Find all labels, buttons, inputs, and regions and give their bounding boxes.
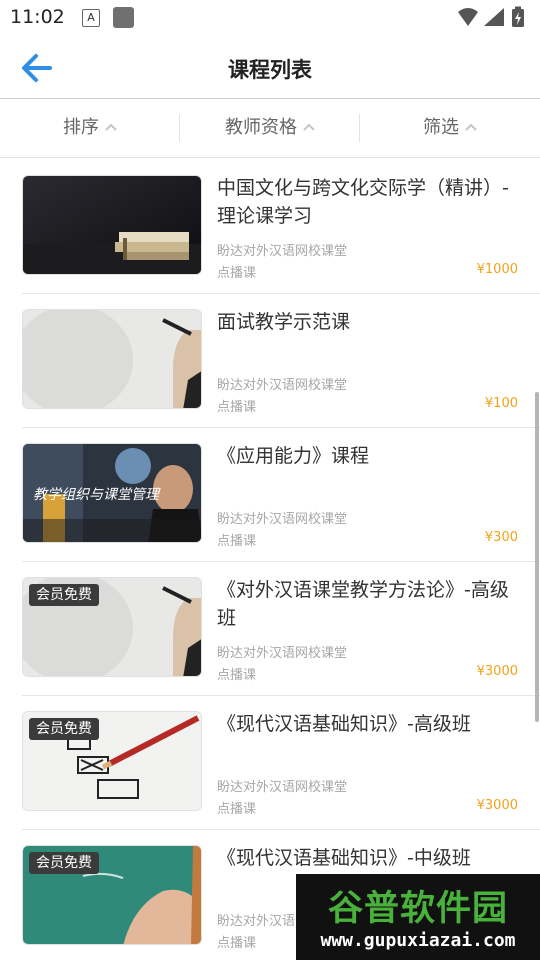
course-type: 点播课 bbox=[217, 668, 257, 683]
course-item[interactable]: 教学组织与课堂管理 《应用能力》课程 盼达对外汉语网校课堂 点播课 ¥300 bbox=[0, 428, 540, 562]
course-price: ¥300 bbox=[484, 530, 518, 545]
status-bar: 11:02 A bbox=[0, 0, 540, 36]
course-title: 《现代汉语基础知识》-中级班 bbox=[217, 847, 471, 869]
member-free-badge: 会员免费 bbox=[29, 584, 99, 606]
course-type: 点播课 bbox=[217, 936, 257, 951]
course-org: 盼达对外汉语网校课堂 bbox=[217, 512, 348, 527]
scrollbar[interactable] bbox=[535, 392, 539, 722]
thumbnail-caption: 教学组织与课堂管理 bbox=[33, 487, 159, 503]
course-thumbnail-checkboxes: 会员免费 bbox=[22, 711, 202, 811]
course-thumbnail-whiteboard bbox=[22, 309, 202, 409]
course-price: ¥3000 bbox=[476, 798, 518, 813]
filter-sort[interactable]: 排序 bbox=[0, 99, 180, 157]
wifi-icon bbox=[458, 8, 478, 26]
member-free-badge: 会员免费 bbox=[29, 852, 99, 874]
course-item[interactable]: 会员免费 《对外汉语课堂教学方法论》-高级班 盼达对外汉语网校课堂 点播课 ¥3… bbox=[0, 562, 540, 696]
page-title: 课程列表 bbox=[228, 58, 312, 82]
course-price: ¥3000 bbox=[476, 664, 518, 679]
member-free-badge: 会员免费 bbox=[29, 718, 99, 740]
filter-teacher-label: 教师资格 bbox=[225, 117, 297, 138]
course-item[interactable]: 中国文化与跨文化交际学（精讲）-理论课学习 盼达对外汉语网校课堂 点播课 ¥10… bbox=[0, 160, 540, 294]
course-type: 点播课 bbox=[217, 802, 257, 817]
top-app-bar: 课程列表 bbox=[0, 36, 540, 98]
course-org: 盼达对外汉语网校课堂 bbox=[217, 780, 348, 795]
chevron-up-icon bbox=[303, 123, 315, 131]
watermark: 谷普软件园 www.gupuxiazai.com bbox=[296, 874, 540, 960]
course-item[interactable]: 会员免费 《现代汉语基础知识》-高级班 盼达对外汉语网校课堂 点播课 ¥3000 bbox=[0, 696, 540, 830]
course-price: ¥1000 bbox=[476, 262, 518, 277]
course-title: 《应用能力》课程 bbox=[217, 445, 370, 467]
course-thumbnail-books bbox=[22, 175, 202, 275]
course-thumbnail-classroom: 教学组织与课堂管理 bbox=[22, 443, 202, 543]
course-org: 盼达对外汉语网校课堂 bbox=[217, 646, 348, 661]
course-thumbnail-whiteboard: 会员免费 bbox=[22, 577, 202, 677]
notification-icon bbox=[113, 7, 134, 28]
course-org: 盼达对外汉语网校课堂 bbox=[217, 378, 348, 393]
battery-icon bbox=[512, 6, 524, 27]
course-title: 《现代汉语基础知识》-高级班 bbox=[217, 713, 471, 735]
course-item[interactable]: 面试教学示范课 盼达对外汉语网校课堂 点播课 ¥100 bbox=[0, 294, 540, 428]
filter-screen[interactable]: 筛选 bbox=[360, 99, 540, 157]
signal-icon bbox=[484, 8, 504, 26]
course-price: ¥100 bbox=[484, 396, 518, 411]
course-list[interactable]: 中国文化与跨文化交际学（精讲）-理论课学习 盼达对外汉语网校课堂 点播课 ¥10… bbox=[0, 160, 540, 960]
course-type: 点播课 bbox=[217, 400, 257, 415]
course-type: 点播课 bbox=[217, 534, 257, 549]
status-time: 11:02 bbox=[10, 6, 65, 28]
watermark-title: 谷普软件园 bbox=[327, 889, 508, 929]
accessibility-notification-icon: A bbox=[82, 9, 100, 27]
status-icons bbox=[458, 6, 524, 27]
course-type: 点播课 bbox=[217, 266, 257, 281]
filter-bar: 排序 教师资格 筛选 bbox=[0, 98, 540, 158]
chevron-up-icon bbox=[105, 123, 117, 131]
chevron-up-icon bbox=[465, 123, 477, 131]
course-org: 盼达对外汉语网校课堂 bbox=[217, 244, 348, 259]
course-title: 《对外汉语课堂教学方法论》-高级班 bbox=[217, 579, 509, 629]
course-title: 面试教学示范课 bbox=[217, 311, 351, 333]
filter-teacher-qualification[interactable]: 教师资格 bbox=[180, 99, 360, 157]
filter-sort-label: 排序 bbox=[63, 117, 99, 138]
course-thumbnail-chalkboard: 会员免费 bbox=[22, 845, 202, 945]
course-title: 中国文化与跨文化交际学（精讲）-理论课学习 bbox=[217, 177, 509, 227]
watermark-url: www.gupuxiazai.com bbox=[320, 930, 516, 951]
filter-screen-label: 筛选 bbox=[423, 117, 459, 138]
